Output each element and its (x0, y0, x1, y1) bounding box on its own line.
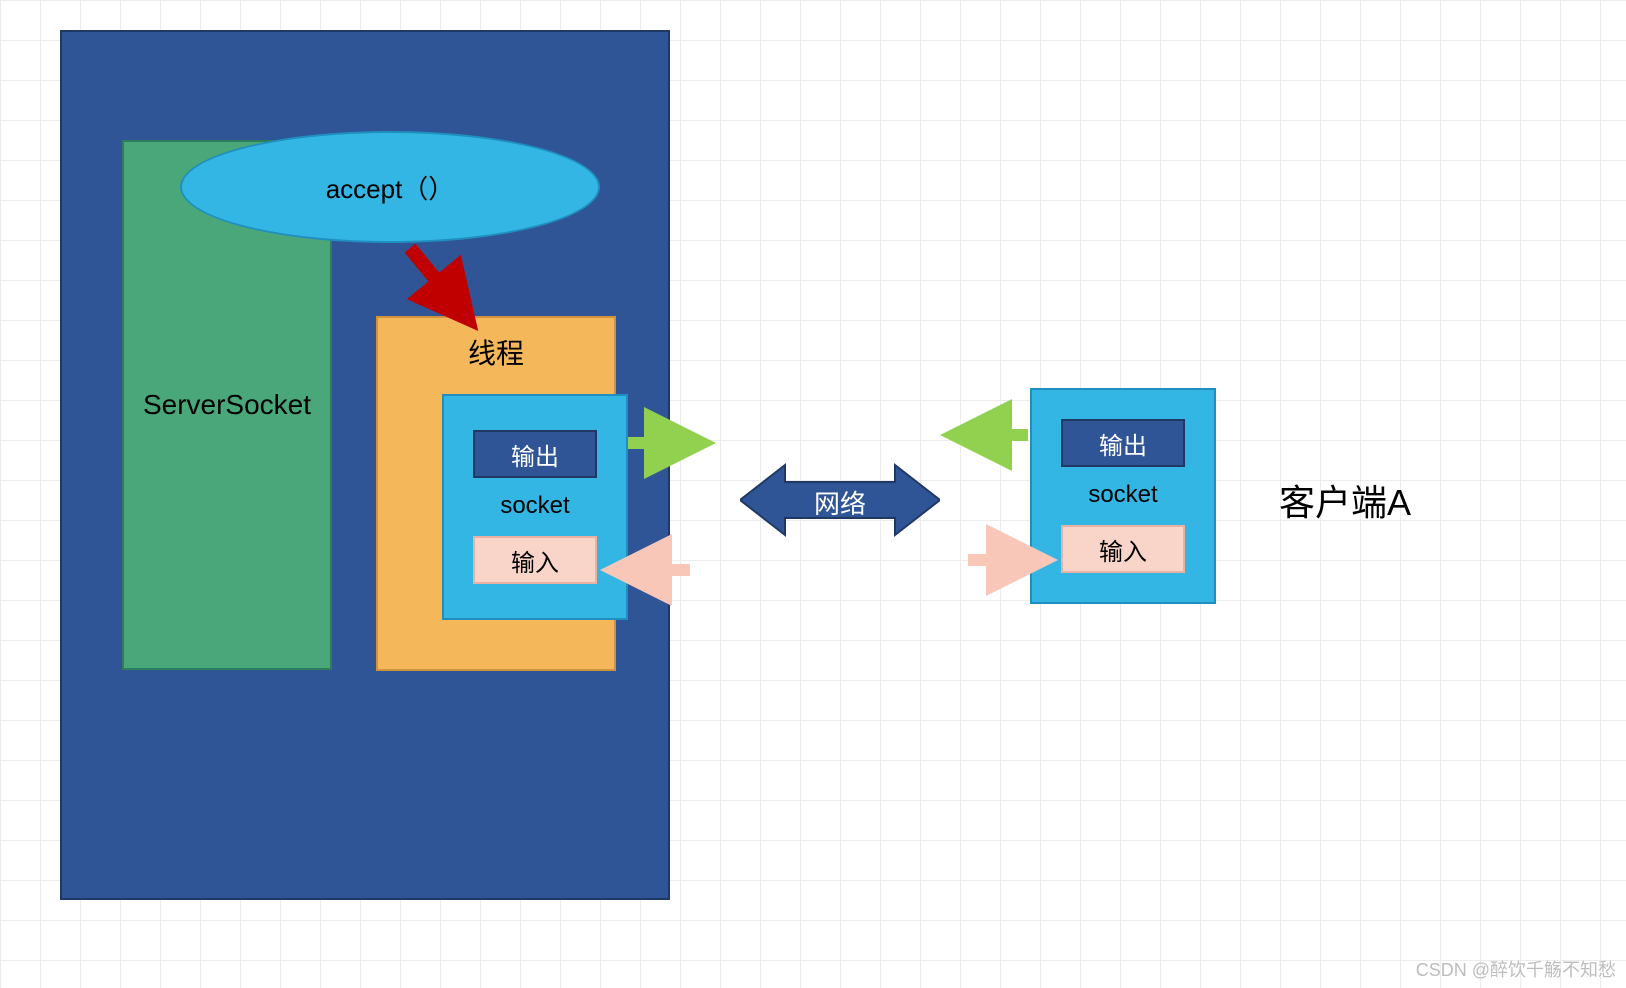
diagram-stage: ServerSocket accept（） 线程 输出 socket 输入 输出… (0, 0, 1626, 988)
network-group: 网络 (740, 460, 940, 540)
client-socket-box: 输出 socket 输入 (1030, 388, 1216, 604)
watermark: CSDN @醉饮千觞不知愁 (1416, 956, 1616, 982)
server-input-chip: 输入 (473, 536, 597, 584)
client-socket-text: socket (1088, 481, 1157, 509)
server-input-label: 输入 (511, 543, 559, 578)
network-double-arrow-icon (740, 460, 940, 540)
accept-ellipse: accept（） (180, 131, 600, 243)
client-output-label: 输出 (1099, 426, 1147, 461)
client-input-chip: 输入 (1061, 525, 1185, 573)
client-label-box: 客户端A (1245, 475, 1445, 525)
client-input-label: 输入 (1099, 532, 1147, 567)
server-socket-label: ServerSocket (143, 389, 311, 421)
server-output-label: 输出 (511, 437, 559, 472)
thread-label: 线程 (378, 332, 614, 372)
accept-label: accept（） (326, 169, 455, 206)
server-output-chip: 输出 (473, 430, 597, 478)
server-socket-inner: 输出 socket 输入 (442, 394, 628, 620)
client-output-chip: 输出 (1061, 419, 1185, 467)
client-label: 客户端A (1279, 474, 1411, 526)
server-socket-text: socket (500, 492, 569, 520)
